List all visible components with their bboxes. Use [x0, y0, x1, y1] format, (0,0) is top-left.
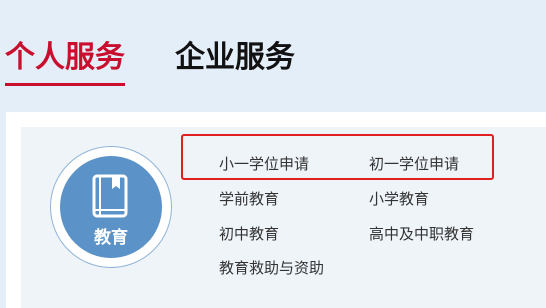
- link-education-aid[interactable]: 教育救助与资助: [219, 258, 324, 278]
- tab-personal-services[interactable]: 个人服务: [5, 38, 125, 78]
- link-primary-education[interactable]: 小学教育: [369, 189, 429, 209]
- link-senior-vocational-education[interactable]: 高中及中职教育: [369, 224, 474, 244]
- book-icon: [92, 174, 128, 218]
- link-junior-high-education[interactable]: 初中教育: [219, 224, 279, 244]
- link-primary-one-enrollment[interactable]: 小一学位申请: [219, 154, 309, 174]
- active-tab-underline: [5, 83, 125, 86]
- education-badge[interactable]: 教育: [60, 156, 162, 258]
- tab-enterprise-services[interactable]: 企业服务: [175, 38, 295, 78]
- education-badge-ring[interactable]: 教育: [50, 146, 172, 268]
- link-preschool-education[interactable]: 学前教育: [219, 189, 279, 209]
- services-panel: 教育 小一学位申请 初一学位申请 学前教育 小学教育 初中教育 高中及中职教育 …: [6, 112, 546, 308]
- service-tabs: 个人服务 企业服务: [0, 0, 546, 100]
- link-junior-one-enrollment[interactable]: 初一学位申请: [369, 154, 459, 174]
- education-category-card: 教育 小一学位申请 初一学位申请 学前教育 小学教育 初中教育 高中及中职教育 …: [21, 127, 546, 308]
- education-label: 教育: [94, 228, 128, 248]
